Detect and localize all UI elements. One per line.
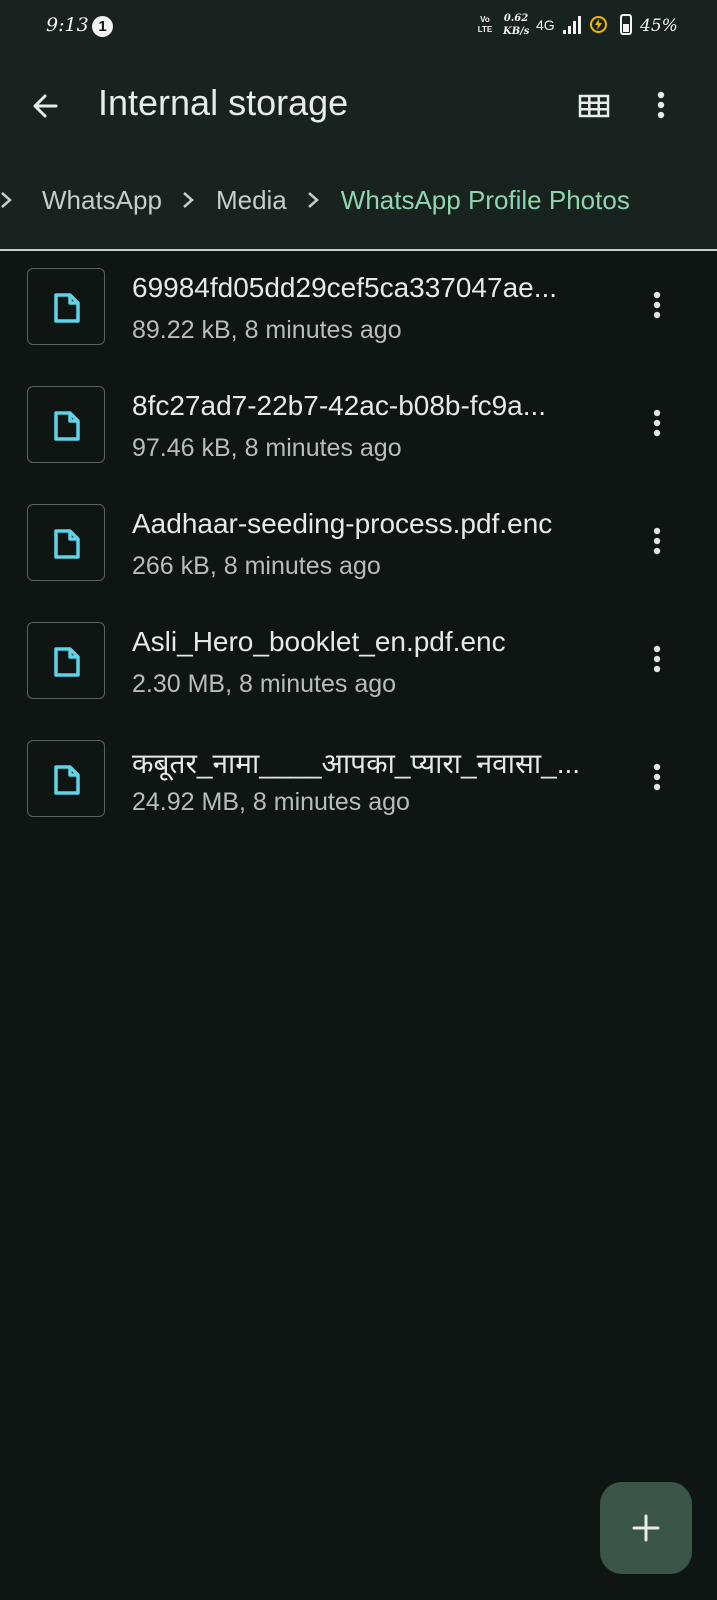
file-icon — [54, 293, 80, 323]
file-more-button[interactable] — [644, 284, 670, 328]
add-fab-button[interactable] — [600, 1482, 692, 1574]
breadcrumb-item-whatsapp[interactable]: WhatsApp — [42, 185, 162, 216]
page-title: Internal storage — [98, 82, 349, 123]
file-row[interactable]: Aadhaar-seeding-process.pdf.enc 266 kB, … — [0, 488, 717, 606]
chevron-right-icon — [1, 192, 12, 208]
battery-icon — [620, 14, 632, 35]
file-row[interactable]: 69984fd05dd29cef5ca337047ae... 89.22 kB,… — [0, 252, 717, 370]
file-name: 69984fd05dd29cef5ca337047ae... — [132, 272, 558, 303]
battery-percent: 45% — [640, 16, 678, 36]
battery-level — [623, 24, 629, 32]
file-meta: 2.30 MB, 8 minutes ago — [132, 670, 397, 698]
network-speed-value: 0.62 — [503, 13, 529, 24]
breadcrumb-item-current[interactable]: WhatsApp Profile Photos — [341, 185, 630, 216]
file-more-button[interactable] — [644, 756, 670, 800]
network-speed: 0.62 KB/s — [503, 12, 529, 38]
file-row[interactable]: Asli_Hero_booklet_en.pdf.enc 2.30 MB, 8 … — [0, 606, 717, 724]
more-vert-icon — [653, 527, 661, 555]
file-icon — [54, 647, 80, 677]
status-bar: 9:13 1 Vo LTE 0.62 KB/s 4G 45% — [0, 0, 717, 56]
file-row[interactable]: 8fc27ad7-22b7-42ac-b08b-fc9a... 97.46 kB… — [0, 370, 717, 488]
file-meta: 89.22 kB, 8 minutes ago — [132, 316, 402, 344]
file-icon — [54, 411, 80, 441]
file-name: Asli_Hero_booklet_en.pdf.enc — [132, 626, 506, 657]
more-vert-icon — [657, 91, 665, 119]
chevron-right-icon — [183, 192, 194, 208]
file-meta: 24.92 MB, 8 minutes ago — [132, 788, 410, 816]
grid-view-button[interactable] — [570, 84, 618, 132]
file-thumbnail — [27, 740, 105, 817]
chevron-right-icon — [307, 192, 319, 208]
app-header: 9:13 1 Vo LTE 0.62 KB/s 4G 45% Internal s… — [0, 0, 717, 250]
file-name: 8fc27ad7-22b7-42ac-b08b-fc9a... — [132, 390, 547, 421]
breadcrumb-item-media[interactable]: Media — [216, 185, 287, 216]
more-options-button[interactable] — [648, 84, 678, 132]
plus-icon — [632, 1514, 660, 1542]
notification-count-badge: 1 — [92, 16, 113, 37]
arrow-back-icon — [33, 94, 58, 118]
file-meta: 97.46 kB, 8 minutes ago — [132, 434, 402, 462]
status-time: 9:13 — [46, 14, 89, 36]
header-divider — [0, 249, 717, 251]
network-type: 4G — [536, 17, 555, 33]
file-name: Aadhaar-seeding-process.pdf.enc — [132, 508, 553, 539]
charging-bolt-icon — [590, 16, 607, 33]
signal-icon — [563, 16, 583, 34]
file-thumbnail — [27, 386, 105, 463]
file-thumbnail — [27, 268, 105, 345]
file-more-button[interactable] — [644, 402, 670, 446]
file-thumbnail — [27, 622, 105, 699]
back-button[interactable] — [22, 83, 70, 131]
more-vert-icon — [653, 291, 661, 319]
breadcrumb: WhatsApp Media WhatsApp Profile Photos — [0, 178, 717, 222]
grid-view-icon — [578, 94, 610, 118]
file-more-button[interactable] — [644, 520, 670, 564]
file-meta: 266 kB, 8 minutes ago — [132, 552, 381, 580]
volte-icon: Vo LTE — [477, 15, 493, 34]
file-more-button[interactable] — [644, 638, 670, 682]
file-icon — [54, 529, 80, 559]
more-vert-icon — [653, 645, 661, 673]
file-row[interactable]: कबूतर_नामा____आपका_प्यारा_नवासा_... 24.9… — [0, 724, 717, 842]
network-speed-unit: KB/s — [503, 26, 530, 37]
more-vert-icon — [653, 409, 661, 437]
file-name: कबूतर_नामा____आपका_प्यारा_नवासा_... — [132, 748, 581, 779]
file-icon — [54, 765, 80, 795]
more-vert-icon — [653, 763, 661, 791]
file-thumbnail — [27, 504, 105, 581]
